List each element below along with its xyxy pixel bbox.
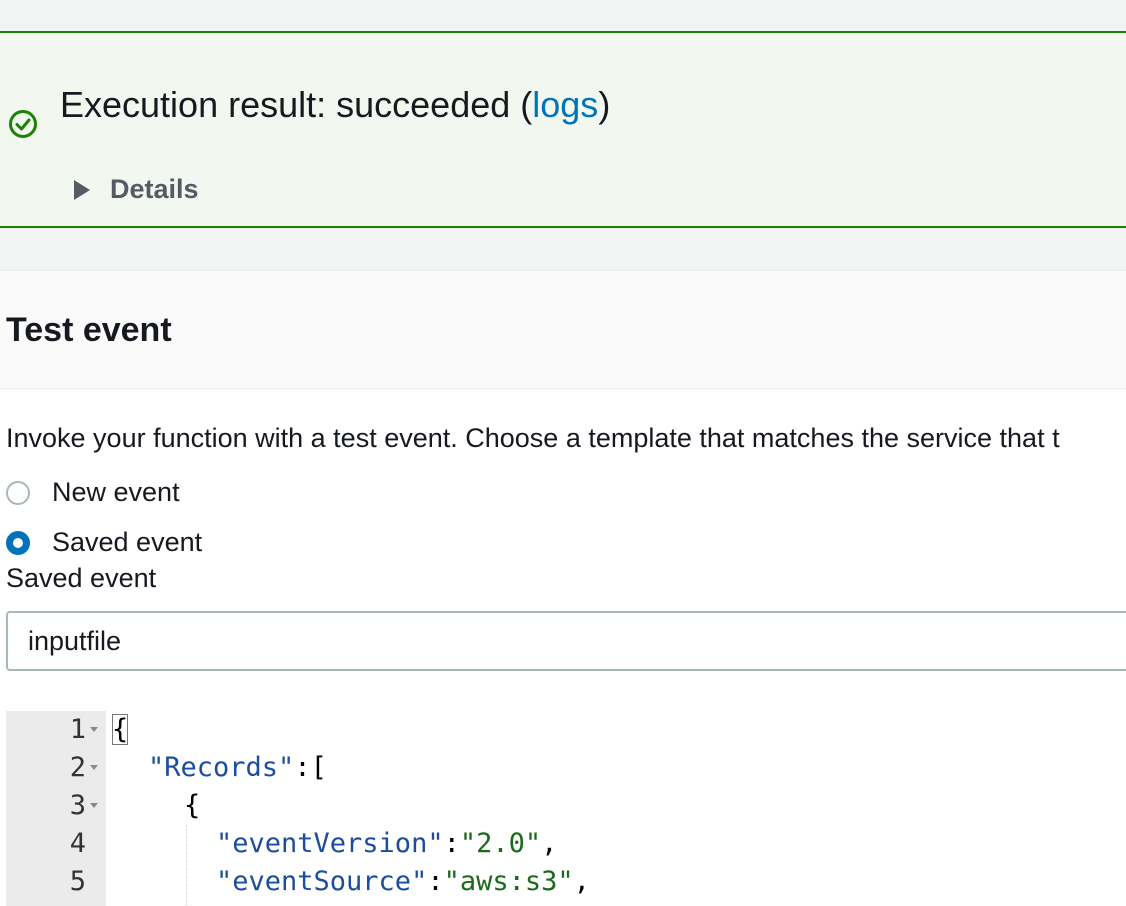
caret-right-icon [74,179,90,200]
lambda-test-page: Execution result: succeeded (logs) Detai… [0,0,1126,906]
editor-line: 2 "Records":[ [6,749,1126,787]
editor-line: 4 "eventVersion":"2.0", [6,825,1126,863]
card-title: Test event [6,311,172,349]
json-key: "eventVersion" [216,828,444,859]
saved-event-value: inputfile [28,626,122,656]
json-key: "Records" [148,752,295,783]
json-string: "aws:s3" [443,866,574,897]
json-punct: :[ [294,752,327,783]
logs-link[interactable]: logs [532,84,598,125]
saved-event-select[interactable]: inputfile [6,611,1126,671]
test-event-description: Invoke your function with a test event. … [6,423,1060,453]
json-key: "eventSource" [216,866,428,897]
radio-new-event[interactable]: New event [6,477,180,508]
editor-line: 5 "eventSource":"aws:s3", [6,863,1126,901]
json-punct: , [541,828,558,859]
line-number: 1 [69,714,86,745]
json-string: "2.0" [459,828,542,859]
fold-arrow-icon[interactable] [90,803,98,808]
line-number: 2 [69,752,86,783]
code-text: { [112,711,129,749]
card-header: Test event [0,271,1126,389]
fold-arrow-icon[interactable] [90,727,98,732]
details-expander[interactable]: Details [74,174,199,205]
line-number: 3 [69,790,86,821]
radio-saved-event-label: Saved event [52,527,203,557]
code-text: "eventVersion":"2.0", [216,825,557,863]
editor-line: 3 { [6,787,1126,825]
radio-new-event-label: New event [52,477,180,507]
radio-saved-event-circle[interactable] [6,530,30,555]
execution-result-close-paren: ) [598,84,611,125]
json-punct: : [443,828,460,859]
test-event-card: Test event Invoke your function with a t… [0,270,1126,906]
details-label: Details [110,174,199,204]
event-json-editor[interactable]: 1 { 2 "Records":[ 3 { 4 "eventVersion":"… [6,711,1126,906]
radio-saved-event[interactable]: Saved event [6,527,202,558]
code-text: { [184,790,201,821]
code-text: "Records":[ [148,749,327,787]
line-number: 5 [69,866,86,897]
json-punct: : [427,866,444,897]
code-text: "eventSource":"aws:s3", [216,863,590,901]
line-number: 4 [69,828,86,859]
execution-result-text: Execution result: succeeded ( [60,84,533,125]
success-check-icon [9,110,37,138]
execution-result-banner: Execution result: succeeded (logs) Detai… [0,31,1126,228]
radio-new-event-circle[interactable] [6,480,30,505]
json-punct: , [573,866,590,897]
editor-line: 1 { [6,711,1126,749]
saved-event-field-label: Saved event [6,563,157,593]
execution-result-title: Execution result: succeeded (logs) [60,83,610,127]
fold-arrow-icon[interactable] [90,765,98,770]
code-brace: { [112,714,129,745]
